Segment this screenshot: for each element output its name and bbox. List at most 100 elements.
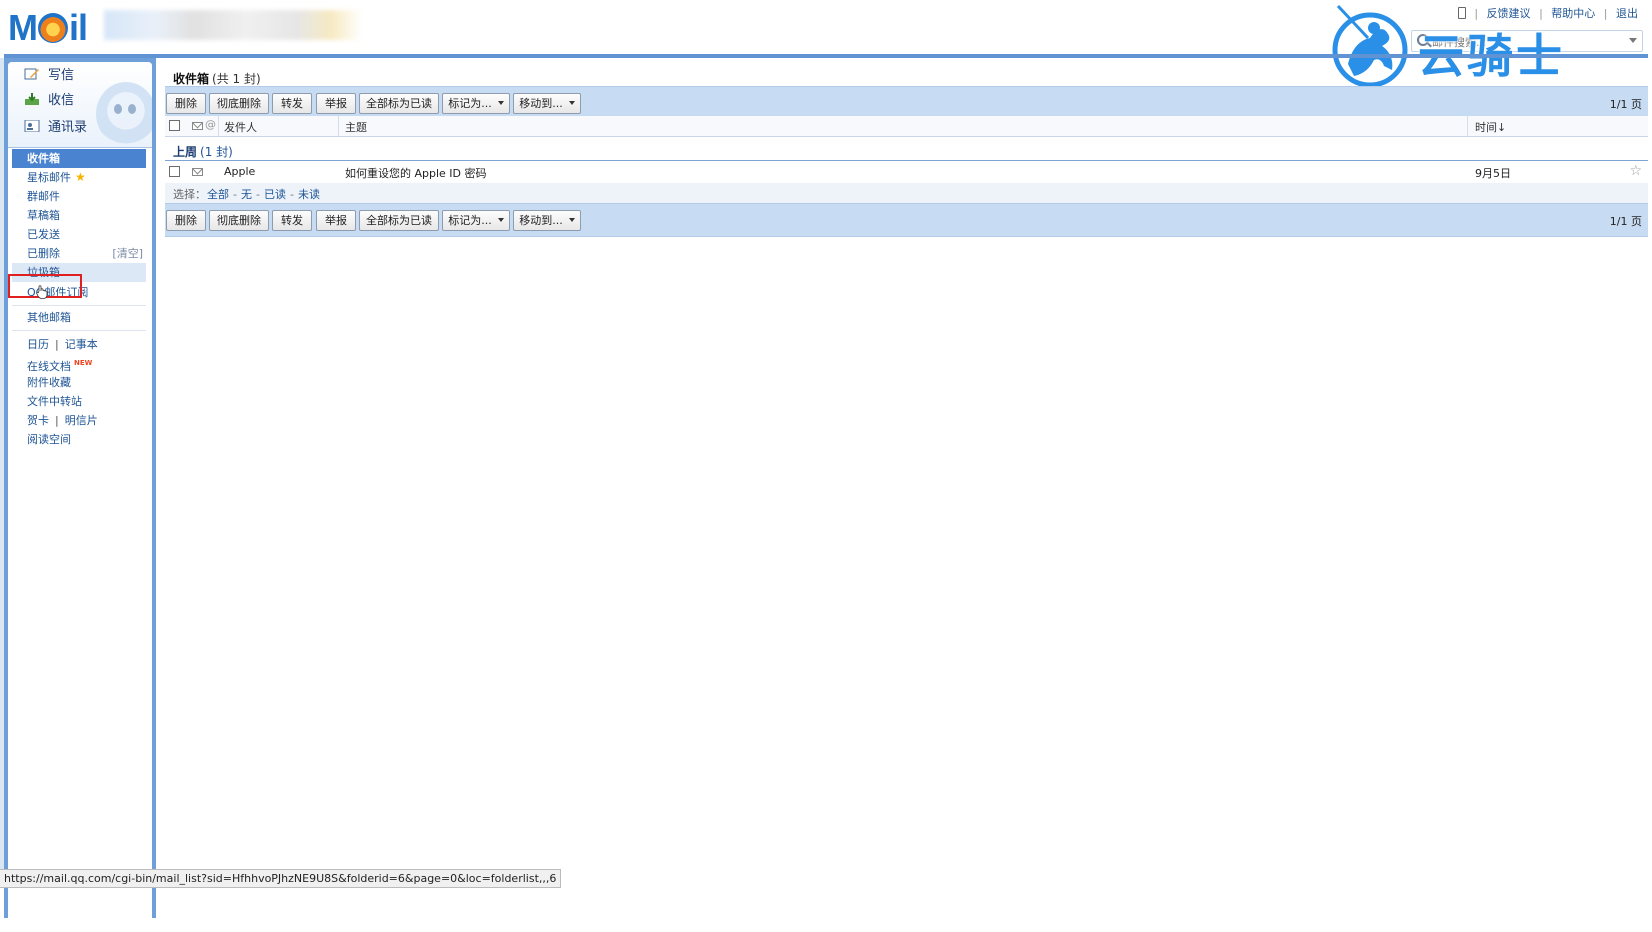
contacts-label: 通讯录 [48,120,88,135]
search-input[interactable] [1430,33,1624,51]
chevron-down-icon [497,101,504,105]
mobile-phone-icon[interactable] [1457,7,1466,19]
search-dropdown-icon[interactable] [1629,38,1637,43]
folder-starred[interactable]: 星标邮件 ★ [12,168,146,187]
logo-letter-i: i [69,7,79,48]
delete-button[interactable]: 删除 [166,93,206,114]
file-transfer-link[interactable]: 文件中转站 [12,392,146,411]
column-subject[interactable]: 主题 [345,119,367,135]
folder-deleted[interactable]: 已删除 [清空] [12,244,146,263]
compose-button[interactable]: 写信 [24,65,74,87]
select-bar: 选择： 全部 - 无 - 已读 - 未读 [165,183,1648,203]
greeting-card-link[interactable]: 贺卡 [27,414,49,427]
group-label: 上周 [173,145,198,159]
compose-label: 写信 [48,68,75,83]
chevron-down-icon [568,101,575,105]
qq-penguin-decoration [96,82,152,146]
select-unread-link[interactable]: 未读 [298,188,320,201]
receive-icon [25,93,39,105]
calendar-link[interactable]: 日历 [27,338,49,351]
header: Mil | 反馈建议 | 帮助中心 | 退出 [0,0,1652,56]
mail-subject[interactable]: 如何重设您的 Apple ID 密码 [345,165,487,181]
compose-icon [24,68,39,80]
mark-as-dropdown[interactable]: 标记为... [442,93,510,114]
folder-inbox[interactable]: 收件箱 [12,149,146,168]
mail-row[interactable]: Apple 如何重设您的 Apple ID 密码 9月5日 ☆ [165,162,1648,184]
attachment-column-icon: @ [205,118,216,131]
folder-sent[interactable]: 已发送 [12,225,146,244]
receive-label: 收信 [48,93,75,108]
sidebar-panel: 写信 收信 通讯录 收件箱 星标邮件 ★ 群邮件 草稿箱 已发送 已删除 [清空] … [8,62,152,918]
help-center-link[interactable]: 帮助中心 [1551,7,1595,20]
sidebar-divider [12,330,146,331]
new-badge: NEW [74,359,93,367]
star-icon: ★ [75,170,86,184]
move-to-label: 移动到... [519,97,563,110]
empty-trash-link[interactable]: [清空] [112,244,143,263]
top-links: | 反馈建议 | 帮助中心 | 退出 [1457,5,1638,21]
mail-status-icon [192,122,203,130]
online-docs-link[interactable]: 在线文档 NEW [12,354,146,373]
feedback-link[interactable]: 反馈建议 [1487,7,1531,20]
folder-group[interactable]: 群邮件 [12,187,146,206]
qq-mail-logo[interactable]: Mil [8,6,88,50]
folder-deleted-label: 已删除 [27,247,60,260]
perm-delete-button[interactable]: 彻底删除 [209,93,269,114]
delete-button[interactable]: 删除 [166,210,206,231]
column-sender[interactable]: 发件人 [224,119,257,135]
forward-button[interactable]: 转发 [272,93,312,114]
mark-as-label: 标记为... [448,214,492,227]
mail-date: 9月5日 [1475,167,1511,180]
mail-search-box[interactable] [1411,30,1643,52]
mail-count: (共 1 封) [212,72,261,86]
folder-other-mailboxes[interactable]: 其他邮箱 [12,308,146,327]
select-all-link[interactable]: 全部 [207,188,229,201]
forward-button[interactable]: 转发 [272,210,312,231]
contacts-button[interactable]: 通讯录 [24,117,87,139]
mark-as-dropdown[interactable]: 标记为... [442,210,510,231]
logo-o-icon [38,13,68,43]
select-none-link[interactable]: 无 [241,188,252,201]
mark-all-read-button[interactable]: 全部标为已读 [359,93,439,114]
select-read-link[interactable]: 已读 [264,188,286,201]
sidebar: 写信 收信 通讯录 收件箱 星标邮件 ★ 群邮件 草稿箱 已发送 已删除 [清空] … [4,58,156,918]
header-divider [4,54,1648,58]
select-options: 全部 - 无 - 已读 - 未读 [207,188,320,201]
logout-link[interactable]: 退出 [1616,7,1638,20]
report-button[interactable]: 举报 [316,210,356,231]
move-to-label: 移动到... [519,214,563,227]
postcard-link[interactable]: 明信片 [65,414,98,427]
search-icon[interactable] [1417,34,1429,46]
mail-checkbox[interactable] [169,166,180,177]
move-to-dropdown[interactable]: 移动到... [513,93,581,114]
perm-delete-button[interactable]: 彻底删除 [209,210,269,231]
report-button[interactable]: 举报 [316,93,356,114]
group-count: (1 封) [200,145,233,159]
list-header: @ 发件人 主题 时间↓ [165,116,1648,137]
blurred-account-info [104,10,362,40]
notes-link[interactable]: 记事本 [65,338,98,351]
mark-as-label: 标记为... [448,97,492,110]
star-outline-icon[interactable]: ☆ [1629,163,1642,179]
date-group-heading: 上周 (1 封) [173,143,233,160]
select-label: 选择： [173,188,206,201]
attachments-link[interactable]: 附件收藏 [12,373,146,392]
logo-letter-m: M [8,7,38,48]
tools-calendar-notes: 日历 | 记事本 [27,338,98,351]
pager: 1/1 页 [1609,215,1642,228]
tools-cards: 贺卡 | 明信片 [27,414,98,427]
group-divider [165,160,1648,161]
folder-starred-label: 星标邮件 [27,171,71,184]
receive-button[interactable]: 收信 [24,90,74,112]
mark-all-read-button[interactable]: 全部标为已读 [359,210,439,231]
folder-drafts[interactable]: 草稿箱 [12,206,146,225]
move-to-dropdown[interactable]: 移动到... [513,210,581,231]
status-bar-url: https://mail.qq.com/cgi-bin/mail_list?si… [0,869,562,888]
pager: 1/1 页 [1609,98,1642,111]
reading-space-link[interactable]: 阅读空间 [12,430,146,449]
select-all-checkbox[interactable] [169,120,180,131]
folder-title: 收件箱 [173,72,210,86]
top-toolbar: 删除 彻底删除 转发 举报 全部标为已读 标记为... 移动到... 1/1 页 [165,86,1648,120]
mail-sender: Apple [224,165,256,178]
column-time[interactable]: 时间↓ [1475,119,1506,135]
